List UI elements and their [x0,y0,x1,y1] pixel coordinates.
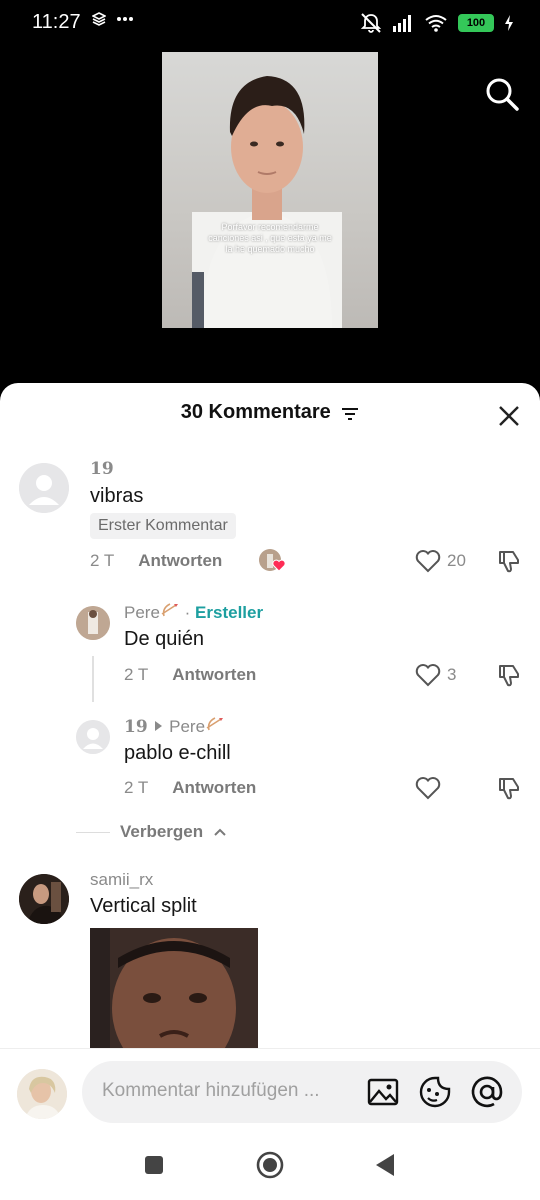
heart-icon [415,777,441,800]
comment-author[interactable]: samii_rx [90,870,153,890]
like-button[interactable] [415,776,441,800]
comment-time: 2 T [90,551,115,570]
home-button[interactable] [256,1151,284,1179]
comments-count-title: 30 Kommentare [180,401,331,423]
heart-icon [415,550,441,573]
comment-composer: Kommentar hinzufügen ... [0,1048,540,1132]
status-time: 11:27 [32,11,81,33]
avatar[interactable] [19,463,69,513]
like-count: 20 [447,551,466,570]
heart-icon [415,664,441,687]
comment-time: 2 T [124,778,149,797]
comment-meta: 2 T Antworten [124,778,256,798]
bow-arrow-emoji [161,603,178,617]
status-left-icons [92,12,134,26]
comment-input[interactable]: Kommentar hinzufügen ... [82,1061,522,1123]
thumbs-down-icon[interactable] [496,662,522,688]
like-count: 3 [447,665,457,684]
first-comment-badge: Erster Kommentar [90,513,236,539]
sheet-header: 30 Kommentare [0,401,540,431]
divider [76,831,110,833]
layers-icon [92,12,106,26]
creator-badge: Ersteller [195,603,264,622]
emoji-icon[interactable] [418,1075,452,1109]
like-button[interactable]: 3 [415,663,456,687]
comment-time: 2 T [124,665,149,684]
reply-button[interactable]: Antworten [172,665,256,685]
recent-apps-button[interactable] [144,1155,164,1175]
avatar[interactable] [76,720,110,754]
at-icon[interactable] [470,1075,504,1109]
close-icon[interactable] [496,403,522,429]
avatar[interactable] [19,874,69,924]
bow-arrow-emoji [206,717,224,731]
battery-indicator: 100 [458,14,494,32]
status-bar: 11:27 100 [0,0,540,48]
mute-bell-icon [360,13,382,33]
wifi-icon [425,15,447,32]
comment-image[interactable] [90,928,258,1050]
reply-target[interactable]: Pere [169,717,205,736]
avatar[interactable] [76,606,110,640]
reply-button[interactable]: Antworten [172,778,256,798]
filter-icon[interactable] [341,407,359,421]
comment-text: vibras [90,485,144,507]
signal-icon [393,15,411,32]
thumbs-down-icon[interactable] [496,548,522,574]
comment-input-placeholder: Kommentar hinzufügen ... [102,1080,320,1101]
status-right-icons: 100 [360,12,514,34]
hide-replies-button[interactable]: Verbergen [76,822,227,842]
video-caption: Porfavor recomendarme canciones asi , qu… [208,222,332,254]
image-icon[interactable] [366,1075,400,1109]
system-nav-bar [0,1132,540,1200]
video-person-image [192,76,342,328]
back-button[interactable] [374,1153,396,1177]
reply-button[interactable]: Antworten [138,551,222,571]
like-button[interactable]: 20 [415,549,466,573]
user-avatar[interactable] [17,1069,67,1119]
comment-author[interactable]: 19 [90,459,114,479]
comment-meta: 2 T Antworten [90,551,222,571]
video-preview[interactable]: Porfavor recomendarme canciones asi , qu… [162,52,378,328]
thread-line [92,656,94,702]
thumbs-down-icon[interactable] [496,775,522,801]
chevron-up-icon [214,828,226,836]
comment-text: De quién [124,628,205,650]
hide-replies-label: Verbergen [120,822,204,841]
creator-heart-icon [272,559,286,572]
comment-meta: 2 T Antworten [124,665,256,685]
comment-text: Vertical split [90,895,197,917]
more-dots-icon [117,17,133,21]
reply-arrow-icon [155,721,163,731]
comment-author[interactable]: Pere · Ersteller [124,602,263,623]
comment-text: pablo e-chill [124,742,231,764]
charging-icon [505,15,513,31]
comment-author[interactable]: 19 Pere [124,716,225,737]
search-icon[interactable] [484,76,520,112]
